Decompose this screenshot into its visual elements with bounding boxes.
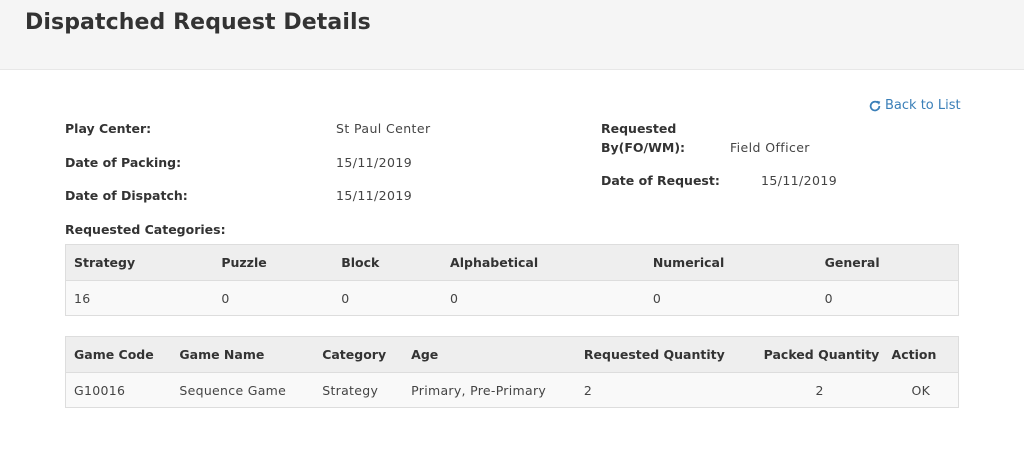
general-count: 0 <box>816 280 959 316</box>
games-table: Game Code Game Name Category Age Request… <box>65 336 959 408</box>
column-header-general: General <box>816 244 959 281</box>
requested-by-label-line2: By(FO/WM): <box>601 140 686 155</box>
age-cell: Primary, Pre-Primary <box>403 372 576 408</box>
requested-by-label-line1: Requested <box>601 121 677 136</box>
categories-table: Strategy Puzzle Block Alphabetical Numer… <box>65 244 959 316</box>
requested-by-value: Field Officer <box>730 140 810 155</box>
puzzle-count: 0 <box>213 280 334 316</box>
column-header-requested-quantity: Requested Quantity <box>575 336 756 373</box>
refresh-icon <box>869 100 881 111</box>
page-header: Dispatched Request Details <box>0 0 1024 70</box>
game-name-cell: Sequence Game <box>171 372 315 408</box>
alphabetical-count: 0 <box>442 280 645 316</box>
back-to-list-label: Back to List <box>885 98 961 113</box>
block-count: 0 <box>333 280 443 316</box>
table-row: 16 0 0 0 0 0 <box>65 280 959 316</box>
numerical-count: 0 <box>644 280 817 316</box>
column-header-numerical: Numerical <box>644 244 817 281</box>
game-code-cell: G10016 <box>65 372 172 408</box>
date-of-packing-label: Date of Packing: <box>65 155 182 170</box>
date-of-dispatch-label: Date of Dispatch: <box>65 188 188 203</box>
action-cell: OK <box>883 372 959 408</box>
games-header-row: Game Code Game Name Category Age Request… <box>65 336 959 373</box>
category-cell: Strategy <box>314 372 404 408</box>
table-row: G10016 Sequence Game Strategy Primary, P… <box>65 372 959 408</box>
date-of-request-value: 15/11/2019 <box>761 173 838 188</box>
play-center-value: St Paul Center <box>336 121 431 136</box>
column-header-action: Action <box>883 336 959 373</box>
requested-categories-label: Requested Categories: <box>65 222 226 237</box>
column-header-game-code: Game Code <box>65 336 172 373</box>
date-of-packing-value: 15/11/2019 <box>336 155 413 170</box>
back-to-list-link[interactable]: Back to List <box>868 98 961 113</box>
strategy-count: 16 <box>65 280 214 316</box>
packed-quantity-cell: 2 <box>755 372 884 408</box>
column-header-packed-quantity: Packed Quantity <box>755 336 884 373</box>
date-of-dispatch-value: 15/11/2019 <box>336 188 413 203</box>
categories-header-row: Strategy Puzzle Block Alphabetical Numer… <box>65 244 959 281</box>
page-title: Dispatched Request Details <box>25 10 371 35</box>
column-header-age: Age <box>403 336 576 373</box>
play-center-label: Play Center: <box>65 121 152 136</box>
column-header-category: Category <box>314 336 404 373</box>
column-header-game-name: Game Name <box>171 336 315 373</box>
column-header-strategy: Strategy <box>65 244 214 281</box>
date-of-request-label: Date of Request: <box>601 173 720 188</box>
requested-quantity-cell: 2 <box>575 372 756 408</box>
column-header-alphabetical: Alphabetical <box>442 244 645 281</box>
column-header-block: Block <box>333 244 443 281</box>
column-header-puzzle: Puzzle <box>213 244 334 281</box>
